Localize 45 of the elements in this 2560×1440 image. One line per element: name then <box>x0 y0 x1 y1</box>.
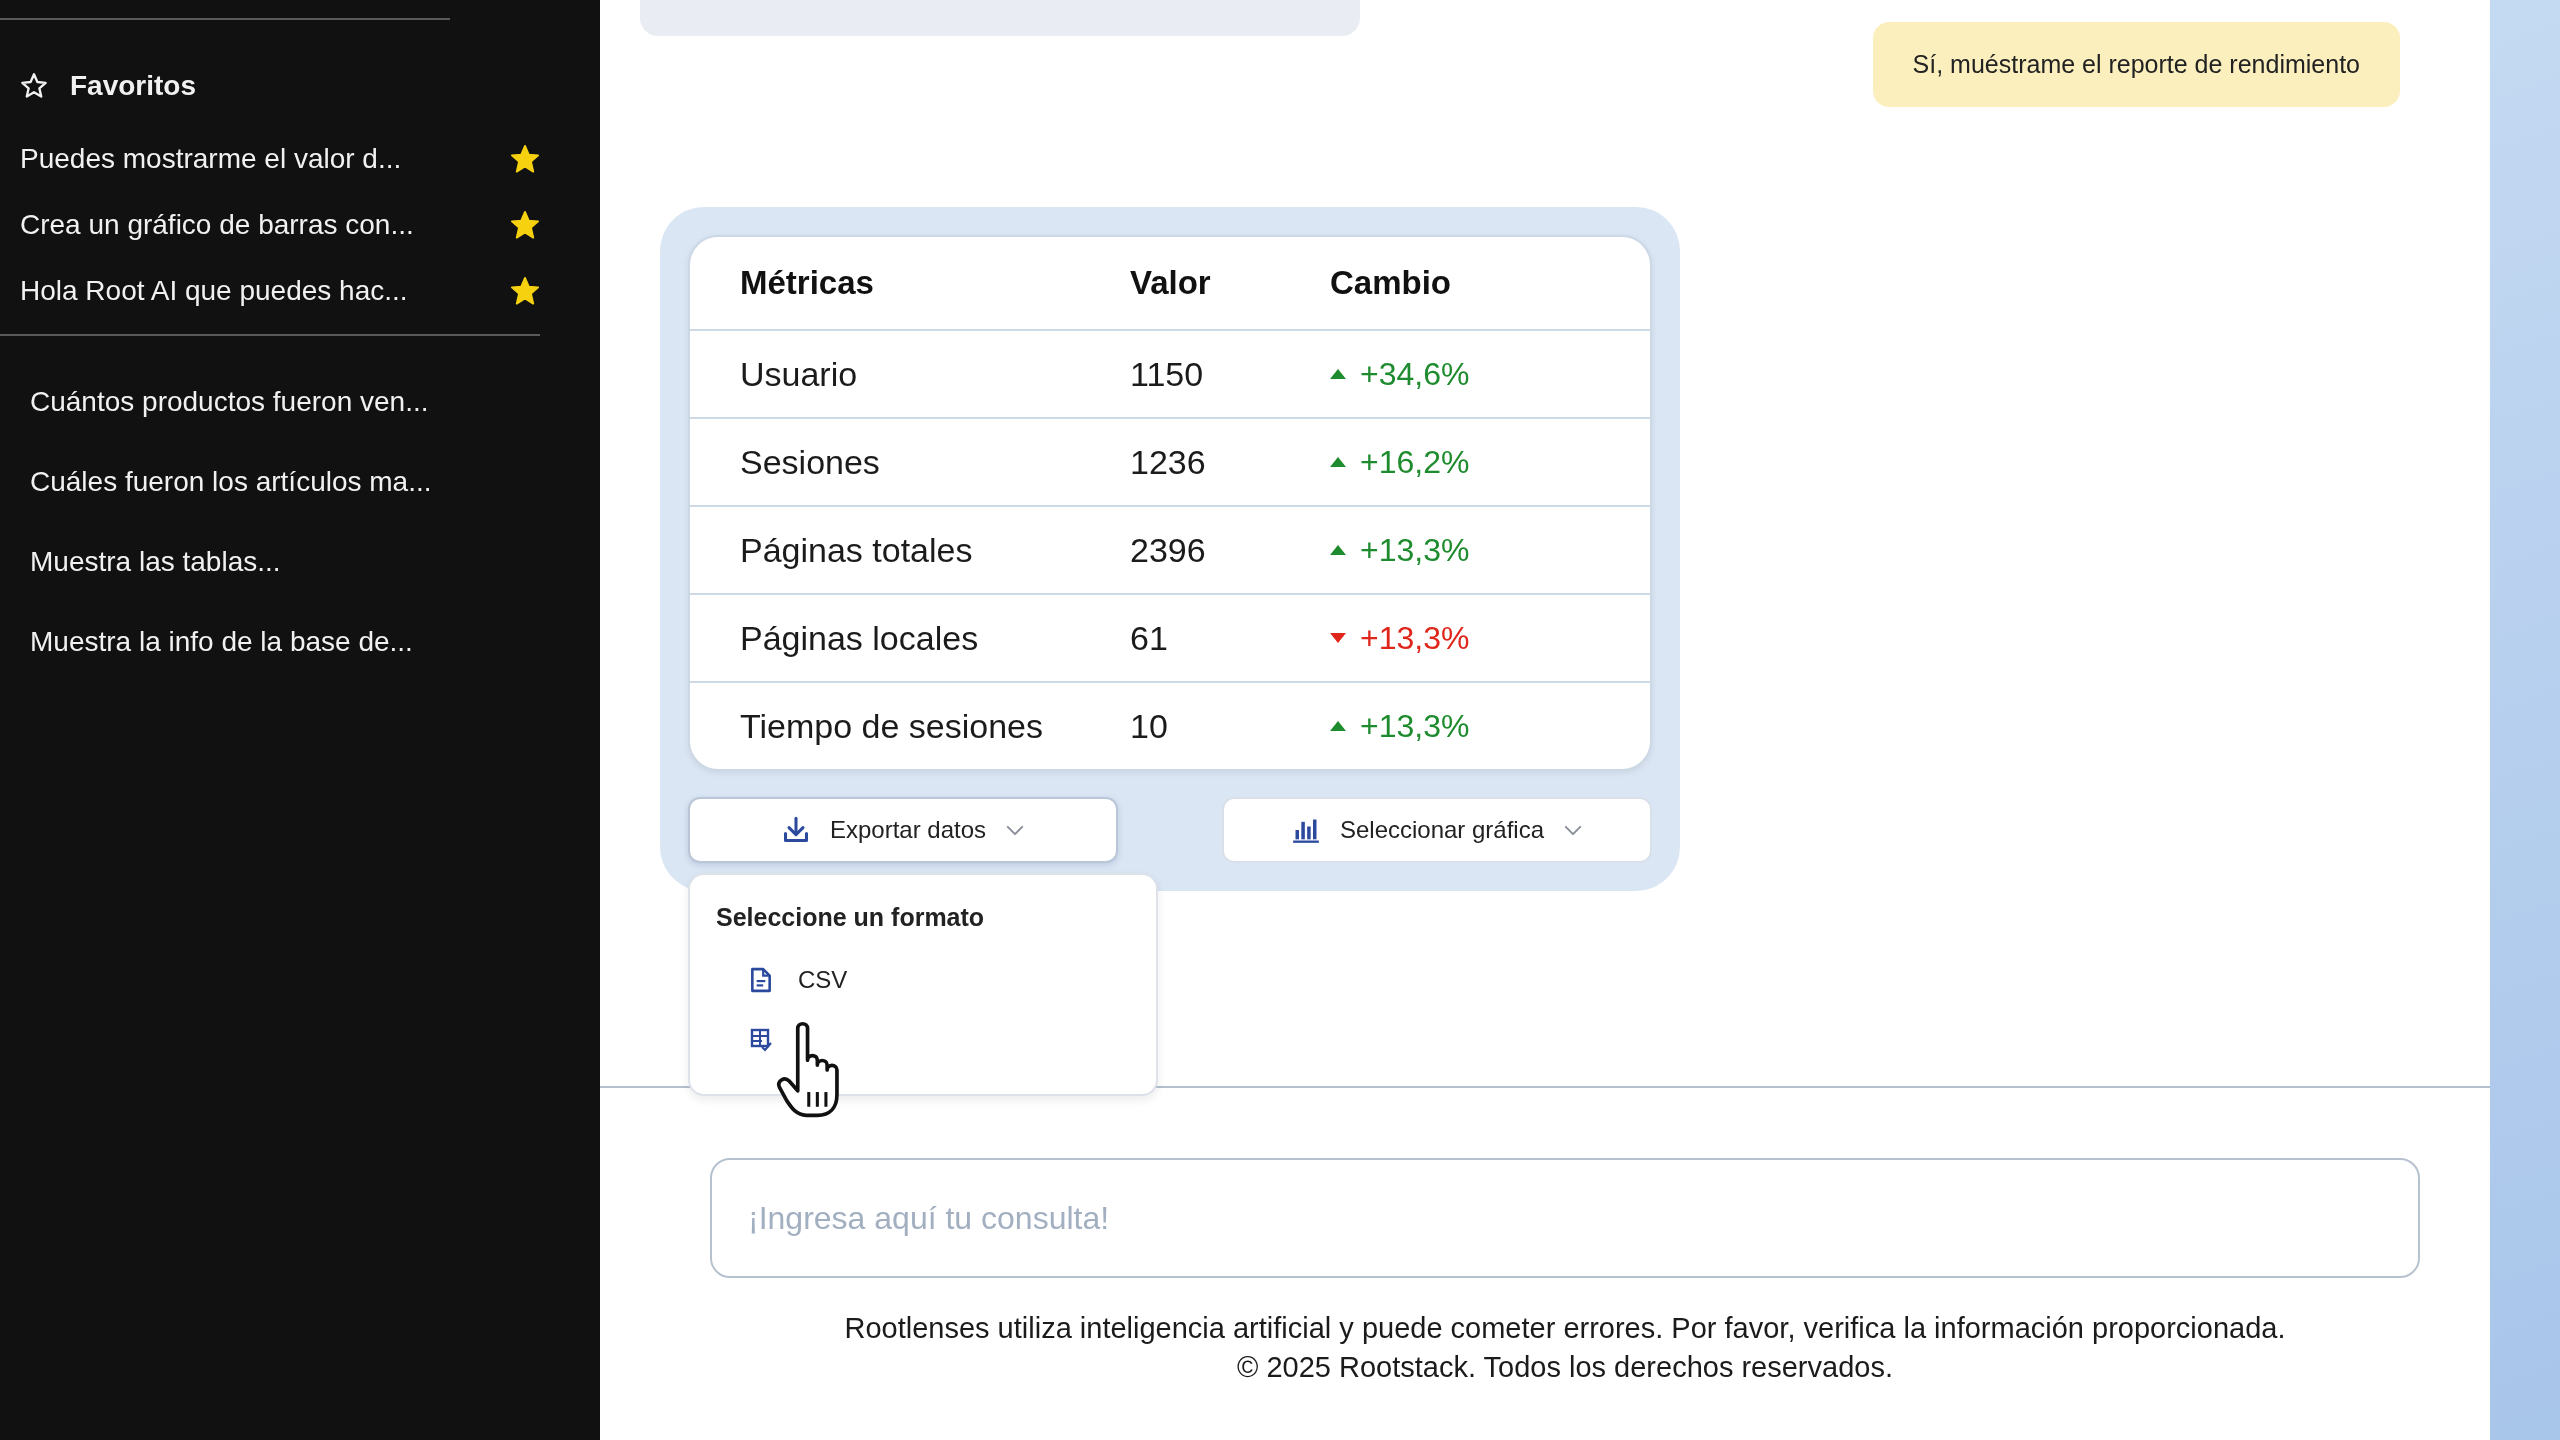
section-title: Favoritos <box>70 70 197 102</box>
user-message: Sí, muéstrame el reporte de rendimiento <box>1872 22 2400 107</box>
chart-select-button[interactable]: Seleccionar gráfica <box>1222 797 1652 863</box>
up-triangle-icon <box>1330 369 1346 379</box>
table-cell: Usuario <box>740 354 858 394</box>
column-header: Métricas <box>740 264 874 302</box>
query-input[interactable]: ¡Ingresa aquí tu consulta! <box>710 1158 2420 1278</box>
column-header: Cambio <box>1330 264 1451 302</box>
history-item[interactable]: Muestra las tablas... <box>0 522 600 602</box>
export-button[interactable]: Exportar datos <box>688 797 1118 863</box>
favorite-item[interactable]: Crea un gráfico de barras con... <box>0 192 600 258</box>
disclaimer-text: Rootlenses utiliza inteligencia artificial y puede cometer errores. Por favor, verifica la información proporcionada. <box>844 1312 2286 1345</box>
table-cell: Páginas locales <box>740 618 979 658</box>
change-value: +13,3% <box>1360 619 1470 657</box>
up-triangle-icon <box>1330 545 1346 555</box>
column-header: Valor <box>1130 264 1211 302</box>
table-check-icon <box>750 1027 772 1053</box>
down-triangle-icon <box>1330 633 1346 643</box>
copyright-text: © 2025 Rootstack. Todos los derechos reservados. <box>1237 1351 1893 1384</box>
menu-title: Seleccione un formato <box>716 903 985 932</box>
menu-item[interactable]: CSV <box>716 950 1130 1010</box>
table-cell: 1150 <box>1130 354 1204 394</box>
history-item[interactable]: Cuáles fueron los artículos ma... <box>0 442 600 522</box>
change-value: +13,3% <box>1360 707 1470 745</box>
change-value: +34,6% <box>1360 355 1470 393</box>
table-cell: Páginas totales <box>740 530 973 570</box>
favorite-item[interactable]: Hola Root AI que puedes hac... <box>0 258 600 324</box>
download-icon <box>781 816 810 844</box>
table-cell: Tiempo de sesiones <box>740 706 1043 746</box>
table-cell: 61 <box>1130 618 1168 658</box>
favorite-item[interactable]: Puedes mostrarme el valor d... <box>0 126 600 192</box>
table-cell: 10 <box>1130 706 1168 746</box>
chevron-down-icon <box>1006 824 1025 836</box>
up-triangle-icon <box>1330 457 1346 467</box>
table-cell: Sesiones <box>740 442 880 482</box>
up-triangle-icon <box>1330 721 1346 731</box>
table-cell: 2396 <box>1130 530 1206 570</box>
change-value: +13,3% <box>1360 531 1470 569</box>
change-value: +16,2% <box>1360 443 1470 481</box>
chevron-down-icon <box>1564 824 1583 836</box>
history-item[interactable]: Cuántos productos fueron ven... <box>0 362 600 442</box>
star-outline-icon <box>20 72 48 100</box>
document-icon <box>750 967 772 993</box>
history-item[interactable]: Muestra la info de la base de... <box>0 602 600 682</box>
table-cell: 1236 <box>1130 442 1206 482</box>
